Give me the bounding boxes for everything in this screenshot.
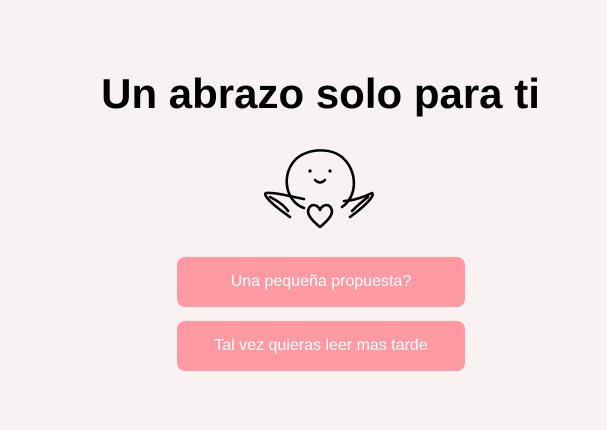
proposal-button[interactable]: Una pequeña propuesta? — [177, 257, 465, 307]
page-title: Un abrazo solo para ti — [101, 70, 540, 117]
hugging-character-with-heart-icon — [264, 149, 375, 229]
read-later-button[interactable]: Tal vez quieras leer mas tarde — [177, 321, 465, 371]
page: Un abrazo solo para ti Una pequeña propu… — [0, 0, 607, 430]
